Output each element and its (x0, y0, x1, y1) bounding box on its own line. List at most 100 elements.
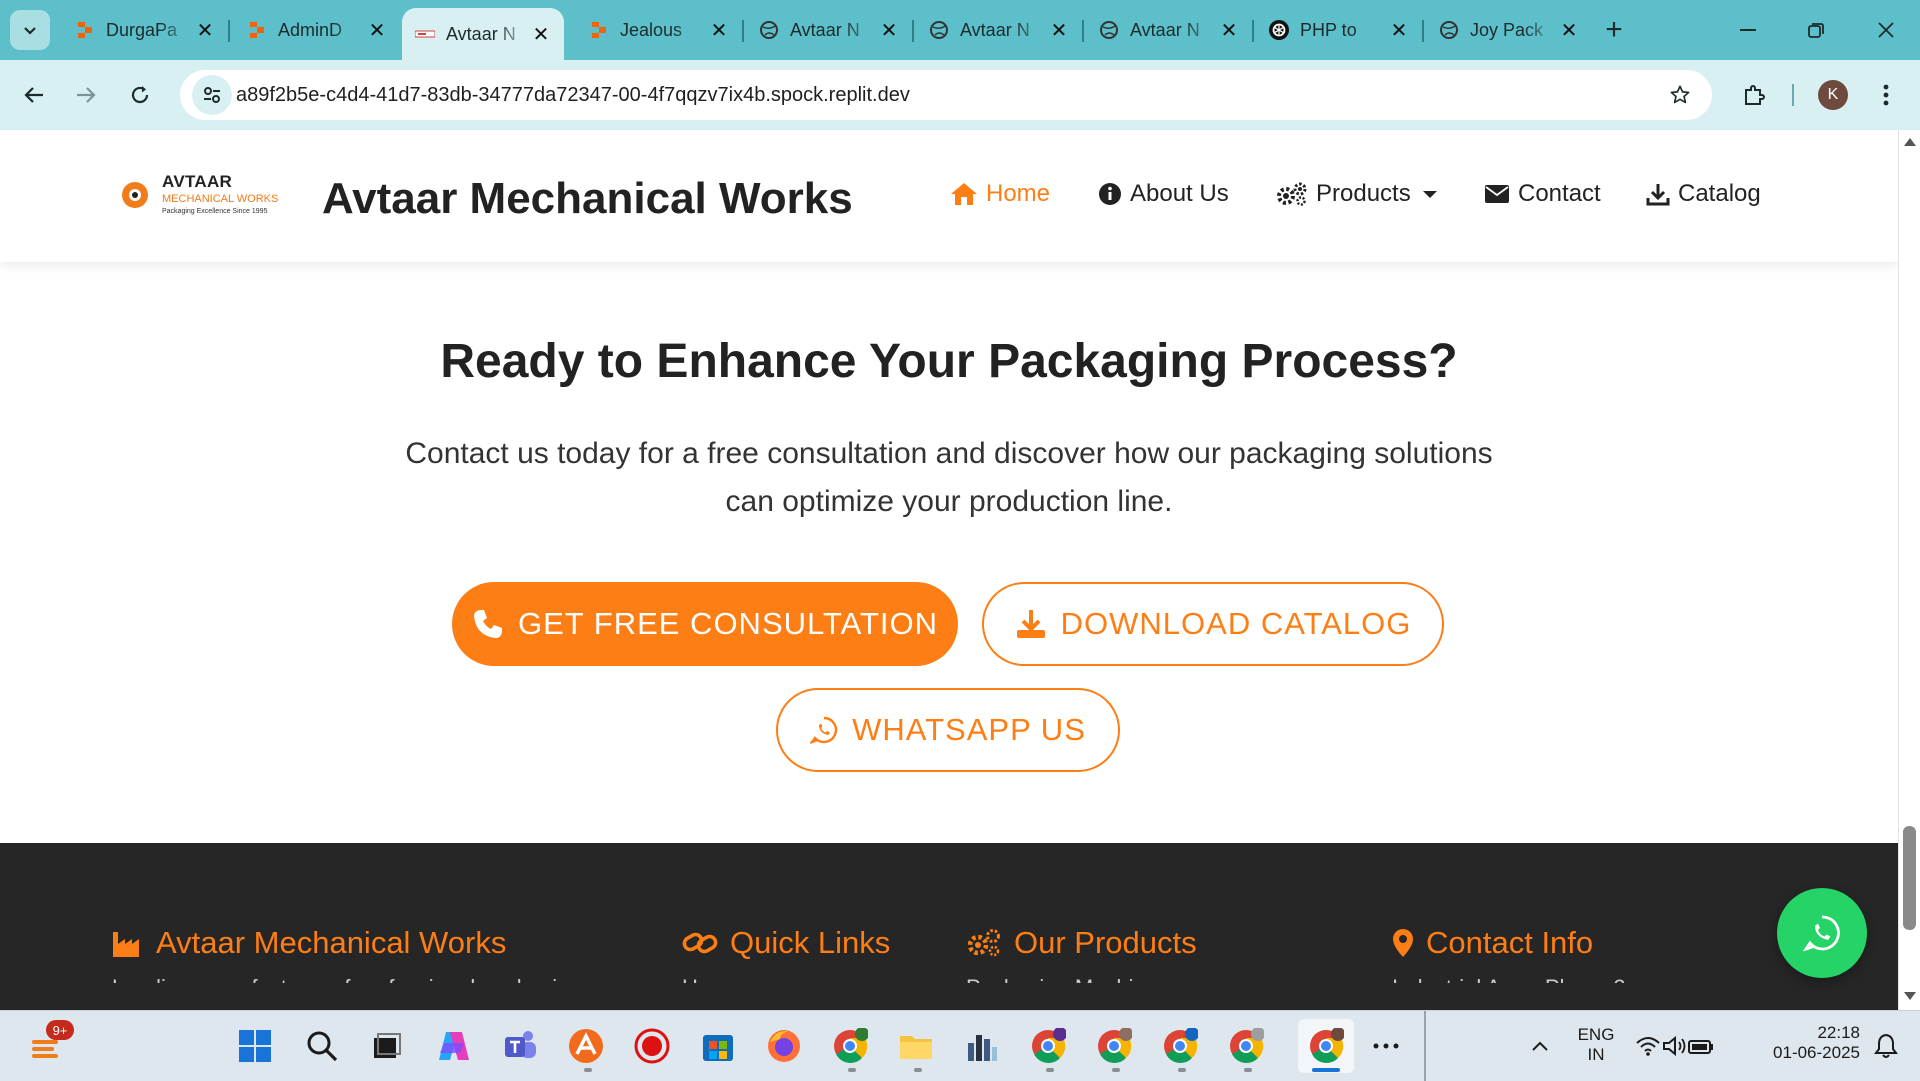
tab-php[interactable]: PHP to ✕ (1256, 10, 1422, 50)
store-app[interactable] (696, 1024, 740, 1068)
tab-avtaar-4[interactable]: Avtaar N ✕ (1086, 10, 1252, 50)
chrome-profile-4[interactable] (1158, 1024, 1202, 1068)
arc-browser-app[interactable] (564, 1024, 608, 1068)
chrome-profile-2[interactable] (1026, 1024, 1070, 1068)
windows-taskbar: 9+ ENG IN 22:18 01-06-2025 (0, 1010, 1920, 1081)
running-indicator (1046, 1068, 1054, 1072)
tab-avtaar-active[interactable]: Avtaar N ✕ (402, 8, 564, 60)
scroll-down-arrow-icon[interactable] (1904, 992, 1916, 1000)
copilot-app[interactable] (432, 1024, 476, 1068)
download-catalog-button[interactable]: DOWNLOAD CATALOG (982, 582, 1444, 666)
nav-about[interactable]: About Us (1098, 180, 1229, 208)
tab-search-button[interactable] (10, 10, 50, 50)
battery-icon (1688, 1040, 1713, 1054)
nav-contact[interactable]: Contact (1484, 180, 1601, 208)
minimize-icon (1740, 29, 1756, 31)
chrome-profile-k-active[interactable] (1298, 1019, 1354, 1073)
teams-app[interactable] (498, 1024, 542, 1068)
browser-toolbar: a89f2b5e-c4d4-41d7-83db-34777da72347-00-… (0, 60, 1920, 130)
nav-home[interactable]: Home (950, 180, 1050, 208)
gears-icon (966, 928, 1002, 958)
browser-menu-button[interactable] (1866, 75, 1906, 115)
gears-icon (1276, 182, 1308, 206)
arrow-left-icon (24, 87, 43, 103)
close-tab-icon[interactable]: ✕ (1558, 19, 1580, 42)
tab-joy-pack[interactable]: Joy Pack ✕ (1426, 10, 1592, 50)
new-tab-button[interactable]: + (1596, 12, 1632, 48)
close-tab-icon[interactable]: ✕ (1388, 19, 1410, 42)
tab-durgapa[interactable]: DurgaPa ✕ (62, 10, 228, 50)
footer-links-peek[interactable]: Home (682, 975, 741, 983)
footer-products-peek[interactable]: Packaging Machines (966, 975, 1169, 983)
close-tab-icon[interactable]: ✕ (1218, 19, 1240, 42)
whatsapp-floating-button[interactable] (1777, 888, 1867, 978)
store-icon (703, 1035, 733, 1061)
task-view-button[interactable] (365, 1024, 409, 1068)
widgets-button[interactable]: 9+ (24, 1020, 74, 1068)
scrollbar-thumb[interactable] (1903, 826, 1916, 930)
whatsapp-button[interactable]: WHATSAPP US (776, 688, 1120, 772)
record-app[interactable] (630, 1024, 674, 1068)
replit-icon (246, 19, 268, 41)
chrome-profile-s[interactable] (828, 1024, 872, 1068)
tab-jealous[interactable]: Jealous ✕ (576, 10, 742, 50)
language-indicator[interactable]: ENG IN (1574, 1025, 1618, 1065)
close-tab-icon[interactable]: ✕ (708, 19, 730, 42)
brand-name[interactable]: Avtaar Mechanical Works (322, 174, 853, 224)
nav-products[interactable]: Products (1276, 180, 1437, 208)
url-text[interactable]: a89f2b5e-c4d4-41d7-83db-34777da72347-00-… (236, 84, 910, 107)
close-tab-icon[interactable]: ✕ (366, 19, 388, 42)
extensions-button[interactable] (1734, 75, 1774, 115)
tab-admind[interactable]: AdminD ✕ (234, 10, 400, 50)
more-apps-button[interactable] (1364, 1024, 1408, 1068)
profile-avatar[interactable]: K (1818, 80, 1848, 110)
notifications-button[interactable] (1864, 1024, 1908, 1068)
record-icon (634, 1028, 670, 1064)
puzzle-icon (1745, 85, 1765, 105)
toolbar-divider (1792, 84, 1794, 106)
download-icon (1015, 608, 1047, 640)
show-hidden-icons-button[interactable] (1518, 1024, 1562, 1068)
clock[interactable]: 22:18 01-06-2025 (1760, 1023, 1860, 1063)
envelope-icon (1484, 184, 1510, 204)
footer-company-title: Avtaar Mechanical Works (156, 925, 507, 960)
tab-avtaar-3[interactable]: Avtaar N ✕ (916, 10, 1082, 50)
page-scrollbar[interactable] (1898, 130, 1920, 1010)
running-indicator (848, 1068, 856, 1072)
tab-separator (912, 20, 914, 42)
chrome-profile-3[interactable] (1092, 1024, 1136, 1068)
free-consultation-label: GET FREE CONSULTATION (517, 606, 939, 641)
scroll-up-arrow-icon[interactable] (1904, 138, 1916, 146)
site-logo[interactable]: AVTAAR MECHANICAL WORKS Packaging Excell… (120, 172, 290, 220)
windows-icon (239, 1030, 271, 1062)
forward-button[interactable] (66, 75, 106, 115)
reload-button[interactable] (120, 75, 160, 115)
close-tab-icon[interactable]: ✕ (1048, 19, 1070, 42)
teams-icon (505, 1031, 536, 1058)
tab-avtaar-2[interactable]: Avtaar N ✕ (746, 10, 912, 50)
minimize-button[interactable] (1714, 0, 1782, 60)
globe-icon (1438, 19, 1460, 41)
quick-settings-button[interactable] (1630, 1024, 1720, 1068)
vivaldi-icon (569, 1029, 603, 1063)
firefox-app[interactable] (762, 1024, 806, 1068)
analytics-app[interactable] (960, 1024, 1004, 1068)
start-button[interactable] (233, 1024, 277, 1068)
footer-contact-heading: Contact Info (1392, 925, 1593, 961)
close-tab-icon[interactable]: ✕ (878, 19, 900, 42)
file-explorer-app[interactable] (894, 1024, 938, 1068)
close-window-button[interactable] (1852, 0, 1920, 60)
close-tab-icon[interactable]: ✕ (530, 23, 552, 46)
site-info-icon[interactable] (192, 75, 232, 115)
chevron-down-icon (24, 27, 36, 35)
close-tab-icon[interactable]: ✕ (194, 19, 216, 42)
back-button[interactable] (14, 75, 54, 115)
nav-catalog[interactable]: Catalog (1646, 180, 1761, 208)
address-bar[interactable]: a89f2b5e-c4d4-41d7-83db-34777da72347-00-… (180, 70, 1712, 120)
restore-button[interactable] (1782, 0, 1850, 60)
chrome-profile-5[interactable] (1224, 1024, 1268, 1068)
bookmark-star-icon[interactable] (1664, 79, 1696, 111)
search-button[interactable] (300, 1024, 344, 1068)
site-header: AVTAAR MECHANICAL WORKS Packaging Excell… (0, 130, 1898, 262)
free-consultation-button[interactable]: GET FREE CONSULTATION (452, 582, 958, 666)
